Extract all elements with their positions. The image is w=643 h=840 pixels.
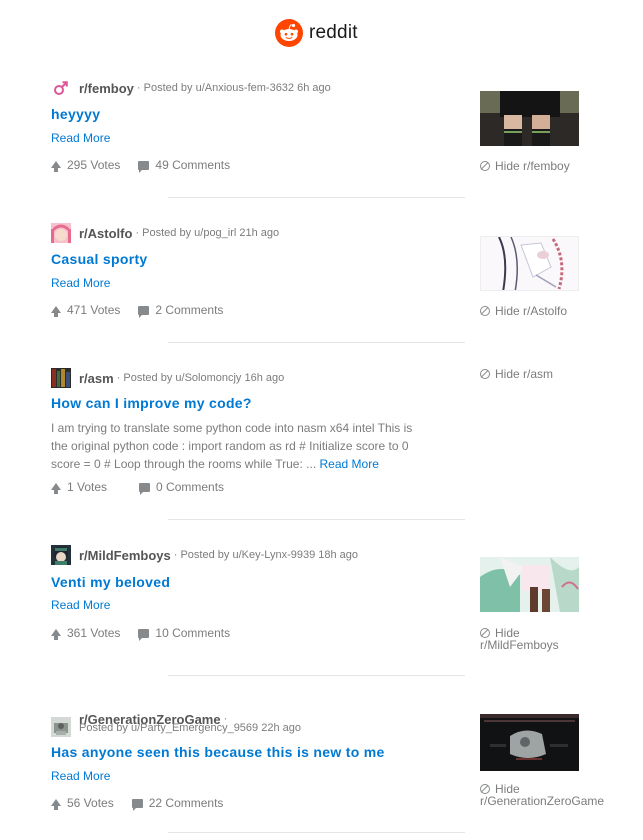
post-actions: 1 Votes 0 Comments [51,480,224,495]
read-more-link[interactable]: Read More [51,598,110,612]
hide-label: Hide r/femboy [495,159,570,173]
comment-count[interactable]: 49 Comments [155,158,230,172]
comment-icon [138,160,150,173]
divider [168,675,465,676]
hide-icon [480,369,490,379]
post-actions: 295 Votes 49 Comments [51,158,230,173]
post-actions: 361 Votes 10 Comments [51,626,230,641]
hide-subreddit-button[interactable]: Hide r/asm [480,368,553,380]
subreddit-link[interactable]: r/femboy [79,81,134,96]
read-more-link[interactable]: Read More [320,457,379,471]
mildfemboys-avatar-icon [51,545,71,565]
post-actions: 56 Votes 22 Comments [51,796,224,811]
vote-count: 361 Votes [67,626,121,640]
generationzero-avatar-icon [51,717,71,737]
hide-label-line2: r/GenerationZeroGame [480,794,605,808]
upvote-icon [51,482,61,494]
post-title[interactable]: Casual sporty [51,251,148,267]
post-thumbnail[interactable] [480,714,579,771]
posted-by: · Posted by u/Key-Lynx-9939 18h ago [173,549,359,561]
comment-icon [138,628,150,641]
comment-count[interactable]: 22 Comments [149,796,224,810]
reddit-wordmark: reddit [309,22,358,43]
hide-subreddit-button[interactable]: Hide r/Astolfo [480,305,567,317]
post-actions: 471 Votes 2 Comments [51,303,223,318]
read-more-link[interactable]: Read More [51,276,110,290]
post-thumbnail[interactable] [480,557,579,612]
hide-label: Hide r/Astolfo [495,304,568,318]
post-title[interactable]: heyyyy [51,106,100,122]
posted-by: Posted by u/Party_Emergency_9569 22h ago [79,722,301,734]
hide-icon [480,784,490,794]
reddit-logo[interactable]: reddit [275,18,358,48]
hide-icon [480,628,490,638]
comment-count[interactable]: 10 Comments [155,626,230,640]
comment-icon [131,798,143,811]
hide-label: Hide r/GenerationZeroGame [480,783,604,807]
divider [168,519,465,520]
comment-icon [139,482,151,495]
subreddit-link[interactable]: r/Astolfo [79,226,132,241]
divider [168,832,465,833]
post-meta: r/femboy · Posted by u/Anxious-fem-3632 … [51,78,331,98]
hide-subreddit-button[interactable]: Hide r/GenerationZeroGame [480,783,604,807]
reddit-alien-icon [275,19,303,47]
vote-count: 471 Votes [67,303,121,317]
posted-by: · Posted by u/pog_irl 21h ago [135,227,280,239]
upvote-icon [51,305,61,317]
post-meta: r/asm · Posted by u/Solomoncjy 16h ago [51,368,284,388]
comment-count[interactable]: 2 Comments [155,303,223,317]
hide-icon [480,306,490,316]
upvote-icon [51,160,61,172]
read-more-link[interactable]: Read More [51,769,110,783]
subreddit-link[interactable]: r/MildFemboys [79,548,171,563]
upvote-icon [51,628,61,640]
vote-count: 295 Votes [67,158,121,172]
hide-label-line2: r/MildFemboys [480,638,559,652]
divider [168,197,465,198]
email-header: reddit [0,18,643,50]
vote-count: 56 Votes [67,796,114,810]
hide-subreddit-button[interactable]: Hide r/MildFemboys [480,627,559,651]
subreddit-link[interactable]: r/asm [79,371,114,386]
comment-icon [138,305,150,318]
read-more-link[interactable]: Read More [51,131,110,145]
hide-subreddit-button[interactable]: Hide r/femboy [480,160,570,172]
upvote-icon [51,798,61,810]
divider [168,342,465,343]
post-title[interactable]: Venti my beloved [51,574,170,590]
astolfo-avatar-icon [51,223,71,243]
hide-label: Hide r/MildFemboys [480,627,559,651]
comment-count[interactable]: 0 Comments [156,480,224,494]
vote-count: 1 Votes [67,480,108,494]
post-meta: r/Astolfo · Posted by u/pog_irl 21h ago [51,223,279,243]
post-title[interactable]: Has anyone seen this because this is new… [51,744,385,760]
hide-icon [480,161,490,171]
asm-avatar-icon [51,368,71,388]
male-symbol-icon [51,78,71,98]
posted-by: · Posted by u/Anxious-fem-3632 6h ago [136,82,331,94]
post-excerpt: I am trying to translate some python cod… [51,419,431,473]
post-meta: r/MildFemboys · Posted by u/Key-Lynx-993… [51,545,358,565]
posted-by: · Posted by u/Solomoncjy 16h ago [116,372,285,384]
post-thumbnail[interactable] [480,236,579,291]
hide-label: Hide r/asm [495,367,554,381]
post-title[interactable]: How can I improve my code? [51,395,252,411]
post-thumbnail[interactable] [480,91,579,146]
